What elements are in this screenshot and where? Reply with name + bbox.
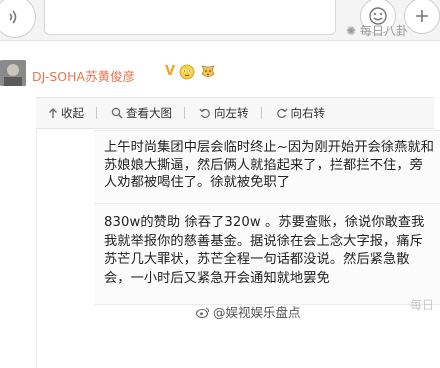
weibo-logo-icon: [196, 307, 210, 318]
watermark-bottom: @娱视娱乐盘点: [196, 302, 301, 321]
voice-input-button[interactable]: [0, 0, 36, 38]
avatar[interactable]: [0, 60, 26, 86]
verified-badge: V: [165, 63, 176, 79]
toolbar-divider: [184, 107, 185, 119]
plus-icon: [416, 10, 428, 22]
watermark-top-text: 每日八卦: [359, 24, 408, 38]
magnify-icon: [111, 107, 123, 119]
image-paragraph-1: 上午时尚集团中层会临时终止~因为刚开始开会徐燕就和苏娘娘大撕逼，然后俩人就掐起来…: [104, 140, 435, 190]
cat-emoji-icon: [179, 64, 195, 80]
dog-emoji-icon: [201, 65, 215, 77]
image-toolbar: 收起 查看大图 向左转 向右转: [36, 97, 434, 129]
rotate-left-icon: [199, 108, 210, 119]
rotate-right-icon: [276, 108, 287, 119]
author-badges: V: [165, 62, 217, 80]
image-paragraph-2: 830w的赞助 徐吞了320w 。苏要查账，徐说你敢查我我就举报你的慈善基金。据…: [104, 215, 425, 286]
rotate-left-button[interactable]: 向左转: [199, 105, 249, 121]
toolbar-divider: [96, 107, 97, 119]
view-large-button[interactable]: 查看大图: [111, 105, 172, 121]
arrow-up-icon: [49, 108, 57, 118]
watermark-top: ✺ 每日八卦: [346, 22, 408, 39]
author-name[interactable]: DJ-SOHA苏黄俊彦: [32, 66, 135, 85]
watermark-right: 每日: [410, 296, 434, 313]
sound-wave-icon: [9, 10, 17, 24]
watermark-bottom-text: @娱视娱乐盘点: [213, 305, 301, 320]
collapse-button[interactable]: 收起: [48, 105, 84, 121]
rotate-left-label: 向左转: [214, 106, 249, 120]
avatar-image: [0, 60, 26, 86]
compose-bar: ✺ 每日八卦: [0, 0, 440, 41]
toolbar-divider: [260, 107, 262, 119]
weibo-logo-icon: ✺: [346, 24, 357, 38]
comment-input[interactable]: [44, 0, 336, 35]
post-author-row: DJ-SOHA苏黄俊彦 V: [0, 60, 440, 90]
view-large-label: 查看大图: [126, 106, 172, 120]
more-button[interactable]: [404, 0, 440, 34]
watermark-right-text: 每日: [410, 298, 435, 312]
rotate-right-button[interactable]: 向右转: [276, 105, 326, 121]
collapse-label: 收起: [61, 106, 84, 120]
rotate-right-label: 向右转: [290, 106, 326, 120]
